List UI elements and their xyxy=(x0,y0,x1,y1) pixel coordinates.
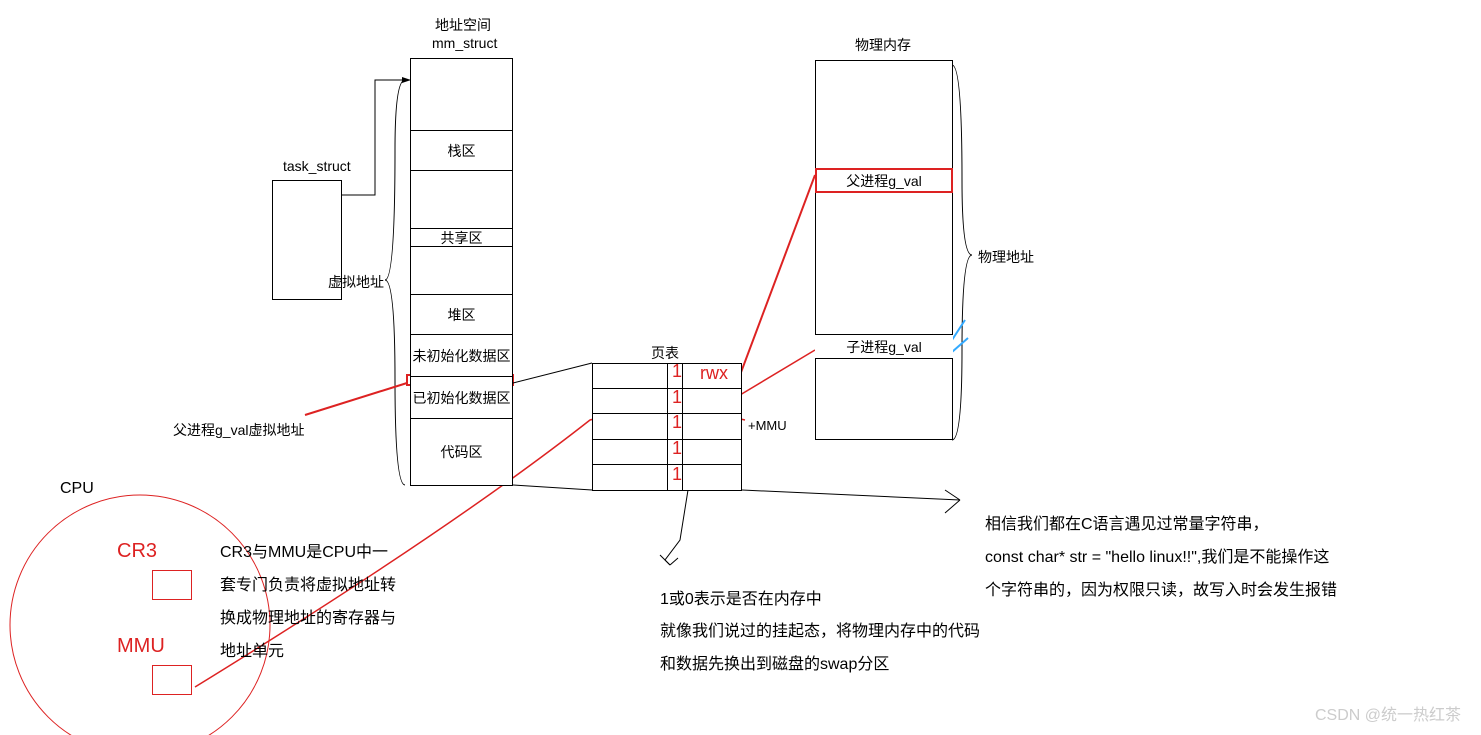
mmu-box xyxy=(152,665,192,695)
cpu-label: CPU xyxy=(60,480,94,498)
mm-section-blank xyxy=(411,59,512,131)
swap-desc-3: 和数据先换出到磁盘的swap分区 xyxy=(660,650,889,674)
mm-struct-box: 栈区 共享区 堆区 未初始化数据区 已初始化数据区 代码区 xyxy=(410,58,513,486)
mm-section-arrows-gap xyxy=(411,171,512,229)
mm-section-data: 已初始化数据区 xyxy=(411,377,512,419)
mmu-label: MMU xyxy=(117,635,165,658)
cr3-box xyxy=(152,570,192,600)
virtual-address-label: 虚拟地址 xyxy=(328,272,384,292)
mm-struct-label: mm_struct xyxy=(432,35,497,51)
cpu-desc-3: 换成物理地址的寄存器与 xyxy=(220,604,396,628)
physical-address-label: 物理地址 xyxy=(978,247,1034,267)
page-table-rwx: rwx xyxy=(700,363,728,384)
parent-gval-virtual-addr-label: 父进程g_val虚拟地址 xyxy=(173,420,304,440)
const-desc-2: const char* str = "hello linux!!",我们是不能操… xyxy=(985,543,1329,567)
physical-memory-label: 物理内存 xyxy=(855,35,911,55)
physical-memory-box xyxy=(815,60,953,440)
cpu-desc-1: CR3与MMU是CPU中一 xyxy=(220,538,388,562)
child-gval-text: 子进程g_val xyxy=(846,337,921,357)
addr-space-label: 地址空间 xyxy=(435,15,491,35)
mm-section-bss: 未初始化数据区 xyxy=(411,335,512,377)
mm-section-arrows-gap2 xyxy=(411,247,512,295)
page-table-flag-1c: 1 xyxy=(672,412,682,433)
task-struct-label: task_struct xyxy=(283,158,351,174)
const-desc-3: 个字符串的，因为权限只读，故写入时会发生报错 xyxy=(985,576,1337,600)
plus-mmu-label: +MMU xyxy=(748,418,787,433)
mm-section-heap: 堆区 xyxy=(411,295,512,335)
cpu-desc-2: 套专门负责将虚拟地址转 xyxy=(220,571,396,595)
cpu-desc-4: 地址单元 xyxy=(220,637,284,661)
swap-desc-1: 1或0表示是否在内存中 xyxy=(660,585,822,609)
mm-section-stack: 栈区 xyxy=(411,131,512,171)
page-table-flag-1b: 1 xyxy=(672,387,682,408)
mm-section-shared: 共享区 xyxy=(411,229,512,247)
cr3-label: CR3 xyxy=(117,540,157,563)
page-table-label: 页表 xyxy=(651,343,679,363)
swap-desc-2: 就像我们说过的挂起态，将物理内存中的代码 xyxy=(660,617,980,641)
watermark: CSDN @统一热红茶 xyxy=(1315,701,1461,725)
child-gval-cell: 子进程g_val xyxy=(815,334,953,359)
mm-section-code: 代码区 xyxy=(411,419,512,485)
page-table-inner-divider xyxy=(682,363,683,491)
parent-gval-text: 父进程g_val xyxy=(846,171,921,191)
parent-gval-cell: 父进程g_val xyxy=(815,168,953,193)
page-table-flag-1a: 1 xyxy=(672,361,682,382)
page-table-flag-1e: 1 xyxy=(672,464,682,485)
const-desc-1: 相信我们都在C语言遇见过常量字符串， xyxy=(985,510,1269,534)
page-table-flag-1d: 1 xyxy=(672,438,682,459)
